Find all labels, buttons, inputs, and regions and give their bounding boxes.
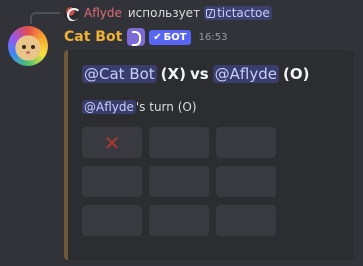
player-x-symbol: (X) xyxy=(160,65,186,83)
turn-indicator: @Aflyde's turn (O) xyxy=(82,100,197,114)
board-cell[interactable] xyxy=(149,205,209,236)
board-cell[interactable] xyxy=(216,205,276,236)
avatar-nose xyxy=(26,51,30,54)
tic-tac-toe-board: ✕ xyxy=(82,127,276,236)
turn-player-mention[interactable]: @Aflyde xyxy=(82,100,136,114)
command-name: tictactoe xyxy=(217,6,270,20)
board-cell[interactable] xyxy=(149,166,209,197)
message: Aflyde использует tictactoe Cat Bot ✔ БО… xyxy=(0,0,363,266)
message-header: Cat Bot ✔ БОТ 16:53 xyxy=(64,26,227,48)
game-embed: @Cat Bot (X) vs @Aflyde (O) @Aflyde's tu… xyxy=(64,50,354,260)
verified-check-icon: ✔ xyxy=(153,31,162,43)
board-cell[interactable] xyxy=(82,166,142,197)
reply-reference[interactable]: Aflyde использует tictactoe xyxy=(64,4,272,22)
player-o-mention[interactable]: @Aflyde xyxy=(212,65,280,83)
player-o-symbol: (O) xyxy=(283,65,310,83)
player-x-mention[interactable]: @Cat Bot xyxy=(82,65,157,83)
author-name[interactable]: Cat Bot xyxy=(64,29,122,45)
reply-connector xyxy=(30,12,60,24)
bot-avatar[interactable] xyxy=(8,26,48,66)
embed-title: @Cat Bot (X) vs @Aflyde (O) xyxy=(82,65,313,83)
cell-mark: ✕ xyxy=(103,130,121,155)
board-cell[interactable] xyxy=(82,205,142,236)
bot-badge: ✔ БОТ xyxy=(149,29,191,45)
avatar-eye xyxy=(22,45,26,49)
reply-author[interactable]: Aflyde xyxy=(84,6,122,20)
board-cell[interactable] xyxy=(216,166,276,197)
vs-label: vs xyxy=(189,65,209,83)
turn-text: 's turn (O) xyxy=(135,100,197,114)
slash-command-icon xyxy=(206,8,216,18)
board-cell[interactable] xyxy=(149,127,209,158)
timestamp[interactable]: 16:53 xyxy=(199,32,228,43)
reply-avatar[interactable] xyxy=(64,5,80,21)
board-cell[interactable] xyxy=(216,127,276,158)
bot-badge-label: БОТ xyxy=(163,31,187,43)
reply-action: использует xyxy=(127,6,201,20)
command-mention[interactable]: tictactoe xyxy=(204,6,272,20)
avatar-eye xyxy=(31,45,35,49)
board-cell[interactable]: ✕ xyxy=(82,127,142,158)
app-icon xyxy=(127,28,146,46)
